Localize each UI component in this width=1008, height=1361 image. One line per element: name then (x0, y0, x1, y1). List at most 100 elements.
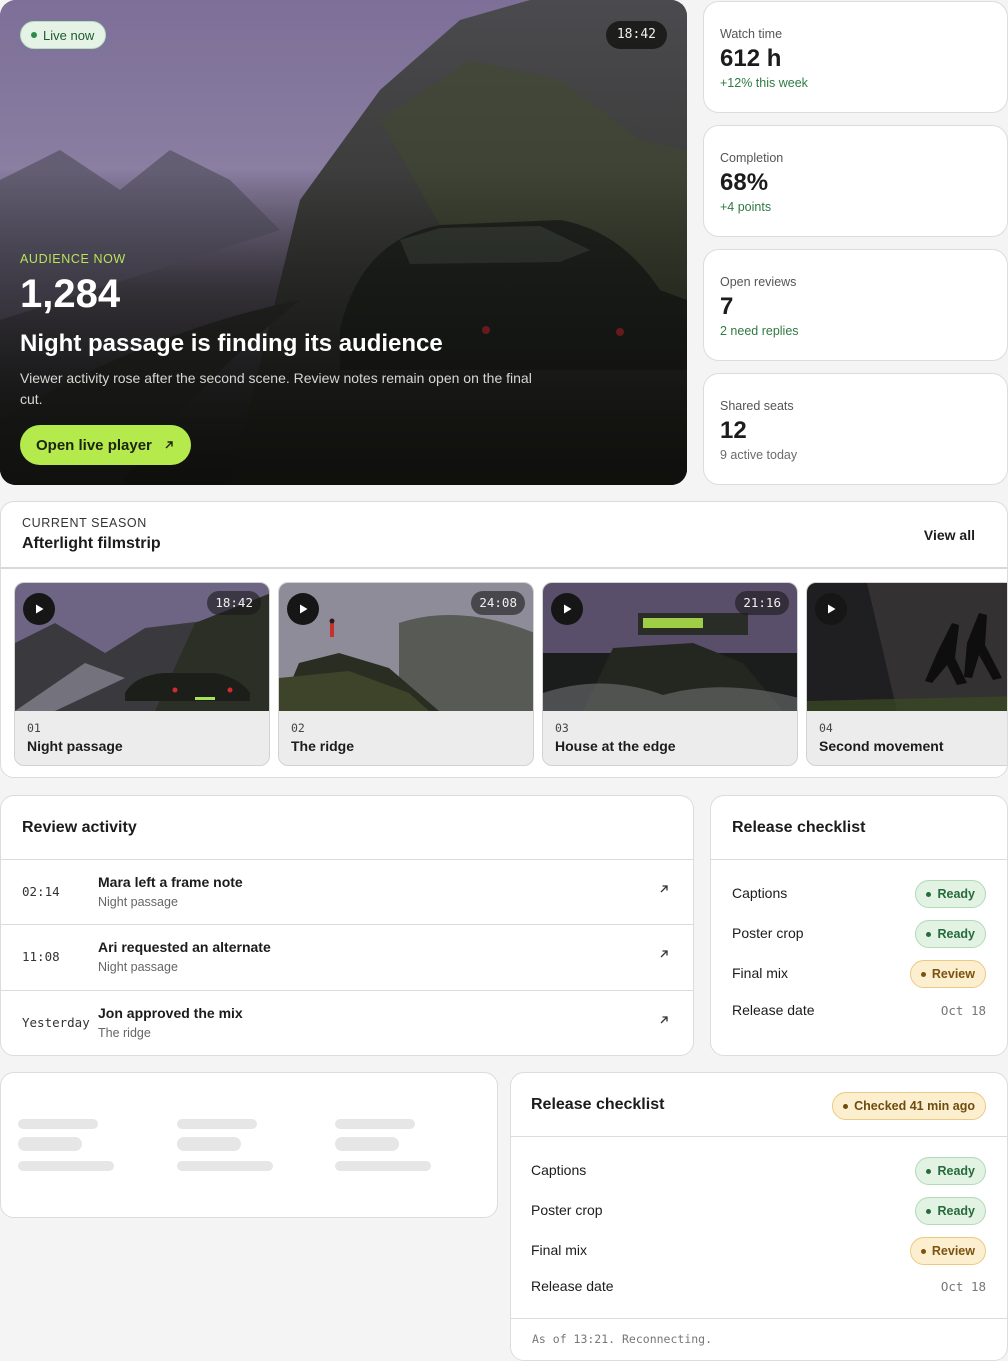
checklist-row-captions: Captions Ready (732, 880, 986, 908)
hero-title: Night passage is finding its audience (20, 330, 443, 357)
open-live-player-label: Open live player (36, 436, 152, 454)
status-text: Ready (937, 887, 975, 901)
episode-title: House at the edge (555, 738, 676, 754)
episode-title: Night passage (27, 738, 123, 754)
review-activity-row[interactable]: 02:14 Mara left a frame note Night passa… (1, 859, 693, 924)
episode-number: 01 (27, 721, 41, 735)
status-text: Ready (937, 1164, 975, 1178)
play-icon (36, 604, 44, 614)
episode-title: Second movement (819, 738, 944, 754)
stat-value: 612 h (720, 45, 782, 72)
activity-time: 02:14 (22, 884, 60, 899)
status-text: Ready (937, 927, 975, 941)
release-checklist-title: Release checklist (732, 819, 866, 836)
skeleton-line (177, 1137, 241, 1151)
review-activity-panel: Review activity 02:14 Mara left a frame … (0, 795, 694, 1056)
episode-duration: 18:42 (207, 591, 261, 615)
activity-subtitle: Night passage (98, 895, 178, 909)
release-date-value: Oct 18 (940, 1279, 986, 1294)
checklist-row-poster-crop: Poster crop Ready (732, 920, 986, 948)
episode-card-02[interactable]: 24:08 02 The ridge (278, 582, 534, 766)
stat-delta: 2 need replies (720, 324, 799, 338)
stat-value: 12 (720, 417, 747, 444)
arrow-up-right-icon (660, 885, 668, 893)
status-dot-icon (926, 891, 932, 897)
checklist-label: Poster crop (531, 1202, 603, 1218)
play-icon (564, 604, 572, 614)
episode-card-04[interactable]: 04 Second movement (806, 582, 1007, 766)
release-date-value: Oct 18 (940, 1003, 986, 1018)
checklist-label: Captions (732, 885, 788, 901)
audience-count: 1,284 (20, 272, 121, 316)
review-activity-row[interactable]: Yesterday Jon approved the mix The ridge (1, 990, 693, 1055)
episode-number: 03 (555, 721, 569, 735)
review-activity-title: Review activity (22, 819, 137, 836)
activity-title: Jon approved the mix (98, 1005, 243, 1021)
status-dot-icon (926, 931, 932, 937)
divider (711, 859, 1007, 860)
status-dot-icon (843, 1103, 849, 1109)
status-dot-icon (926, 1208, 932, 1214)
status-dot-icon (926, 1168, 932, 1174)
stat-value: 7 (720, 293, 734, 320)
checklist-row-final-mix: Final mix Review (531, 1237, 986, 1265)
play-icon (300, 604, 308, 614)
checked-status-text: Checked 41 min ago (854, 1099, 975, 1113)
status-dot-icon (920, 971, 926, 977)
filmstrip-eyebrow: CURRENT SEASON (22, 516, 147, 530)
checklist-label: Release date (732, 1002, 815, 1018)
skeleton-line (177, 1119, 257, 1129)
status-badge: Review (909, 1237, 986, 1265)
checklist-row-final-mix: Final mix Review (732, 960, 986, 988)
play-button[interactable] (815, 593, 847, 625)
stat-card-open-reviews: Open reviews 7 2 need replies (703, 249, 1008, 361)
episode-number: 04 (819, 721, 833, 735)
review-activity-row[interactable]: 11:08 Ari requested an alternate Night p… (1, 924, 693, 989)
status-dot-icon (920, 1248, 926, 1254)
stat-label: Completion (720, 151, 784, 165)
hero-description: Viewer activity rose after the second sc… (20, 370, 532, 407)
stat-label: Shared seats (720, 399, 794, 413)
checklist-label: Captions (531, 1162, 587, 1178)
hero-eyebrow: AUDIENCE NOW (20, 252, 126, 266)
open-live-player-button[interactable]: Open live player (20, 425, 191, 465)
checklist-label: Final mix (732, 965, 789, 981)
divider (511, 1318, 1007, 1319)
status-badge: Review (909, 960, 986, 988)
stat-label: Watch time (720, 27, 783, 41)
arrow-up-right-icon (660, 950, 668, 958)
view-all-link[interactable]: View all (924, 527, 975, 543)
release-checklist-title: Release checklist (531, 1096, 665, 1113)
activity-time: 11:08 (22, 949, 60, 964)
skeleton-line (177, 1161, 273, 1171)
checked-status-badge: Checked 41 min ago (832, 1092, 986, 1120)
status-text: Review (931, 1244, 975, 1258)
live-now-label: Live now (43, 27, 95, 43)
arrow-up-right-icon (660, 1016, 668, 1024)
stat-card-watch-time: Watch time 612 h +12% this week (703, 1, 1008, 113)
episode-card-01[interactable]: 18:42 01 Night passage (14, 582, 270, 766)
hero-panel: Live now 18:42 AUDIENCE NOW 1,284 Night … (0, 0, 687, 485)
play-button[interactable] (287, 593, 319, 625)
episode-card-03[interactable]: 21:16 03 House at the edge (542, 582, 798, 766)
activity-time: Yesterday (22, 1015, 90, 1030)
skeleton-line (18, 1161, 114, 1171)
stat-card-completion: Completion 68% +4 points (703, 125, 1008, 237)
divider (511, 1136, 1007, 1137)
checklist-row-poster-crop: Poster crop Ready (531, 1197, 986, 1225)
skeleton-line (335, 1119, 415, 1129)
episode-title: The ridge (291, 738, 355, 754)
checklist-row-captions: Captions Ready (531, 1157, 986, 1185)
stat-label: Open reviews (720, 275, 797, 289)
stat-delta: 9 active today (720, 448, 798, 462)
play-button[interactable] (551, 593, 583, 625)
hero-timestamp: 18:42 (605, 21, 667, 49)
stat-delta: +4 points (720, 200, 772, 214)
activity-title: Mara left a frame note (98, 874, 243, 890)
skeleton-line (335, 1137, 399, 1151)
loading-skeleton-panel (0, 1072, 498, 1218)
status-badge: Ready (915, 1197, 986, 1225)
stat-card-shared-seats: Shared seats 12 9 active today (703, 373, 1008, 485)
play-button[interactable] (23, 593, 55, 625)
activity-title: Ari requested an alternate (98, 939, 271, 955)
